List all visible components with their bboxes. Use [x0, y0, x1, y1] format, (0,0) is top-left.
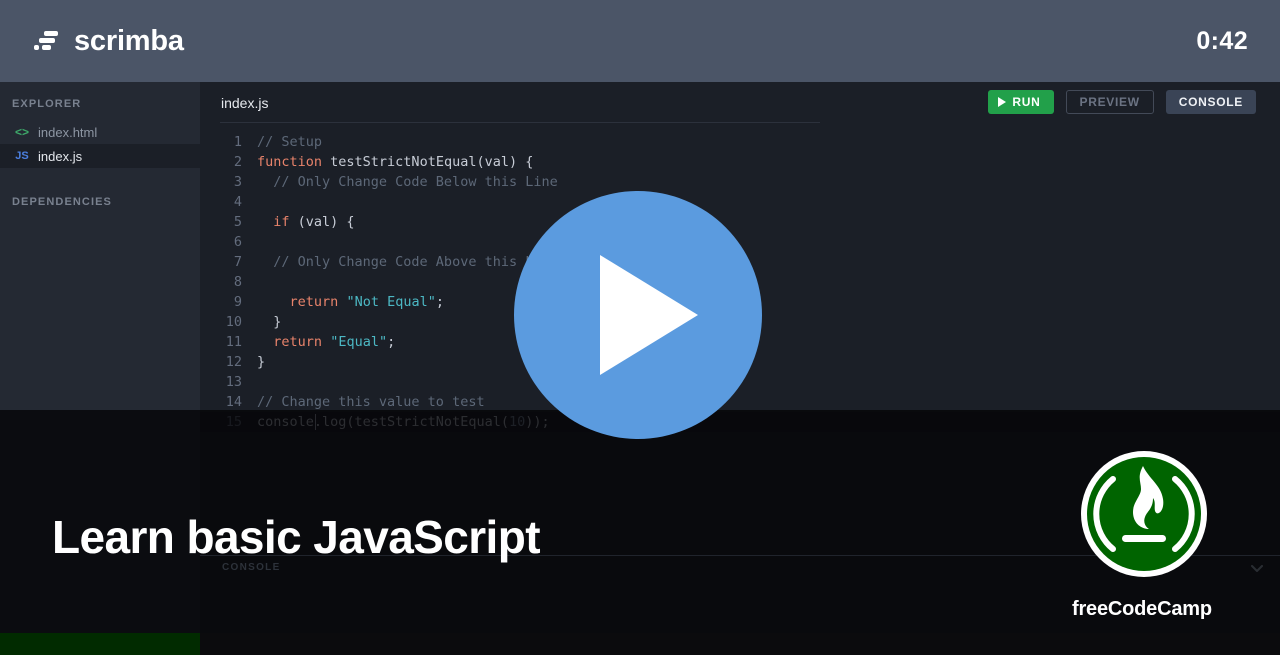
progress-bar-fill: [0, 633, 200, 655]
sidebar-item-label: index.js: [38, 148, 83, 164]
line-number: 6: [233, 234, 242, 250]
play-icon: [998, 97, 1007, 107]
sidebar-item-label: index.html: [38, 124, 98, 140]
preview-button[interactable]: PREVIEW: [1065, 90, 1154, 114]
run-button-label: RUN: [1012, 95, 1041, 109]
scrimba-player-screen: scrimba 0:42 EXPLORER <> index.html JS i…: [0, 0, 1280, 655]
tab-index-js[interactable]: index.js: [221, 95, 268, 111]
play-button-overlay[interactable]: [514, 191, 762, 439]
line-number: 1: [233, 134, 242, 150]
line-number: 10: [225, 314, 242, 330]
code-text: }: [257, 354, 266, 370]
code-text: // Only Change Code Above this Line: [257, 254, 558, 270]
code-text: if (val) {: [273, 214, 355, 230]
code-line: 14 // Change this value to test: [200, 392, 1280, 412]
lesson-title: Learn basic JavaScript: [52, 511, 541, 563]
editor-toolbar: RUN PREVIEW CONSOLE: [988, 90, 1256, 114]
line-number: 2: [233, 154, 242, 170]
js-file-icon: JS: [15, 150, 29, 162]
code-text: }: [257, 314, 282, 330]
line-number: 11: [225, 334, 242, 350]
line-number: 8: [233, 274, 242, 290]
code-text: // Only Change Code Below this Line: [257, 174, 558, 190]
freecodecamp-branding: freeCodeCamp: [1072, 449, 1212, 621]
line-number: 3: [233, 174, 242, 190]
play-icon: [600, 255, 698, 375]
dependencies-heading: DEPENDENCIES: [12, 196, 112, 208]
app-header: scrimba 0:42: [0, 0, 1280, 82]
code-line: 2 function testStrictNotEqual(val) {: [200, 152, 1280, 172]
line-number: 12: [225, 354, 242, 370]
freecodecamp-flame-logo-icon: [1079, 451, 1209, 583]
progress-bar-track[interactable]: [0, 633, 1280, 655]
freecodecamp-name: freeCodeCamp: [1072, 598, 1212, 620]
code-line-active[interactable]: 15 console.log(testStrictNotEqual(10));: [200, 412, 1280, 432]
brand[interactable]: scrimba: [34, 25, 184, 58]
chevron-down-icon[interactable]: [1248, 561, 1266, 582]
text-cursor: [315, 414, 316, 430]
sidebar-item-index-js[interactable]: JS index.js: [0, 144, 200, 168]
html-file-icon: <>: [14, 125, 29, 139]
sidebar-item-index-html[interactable]: <> index.html: [0, 120, 200, 144]
line-number: 14: [225, 394, 242, 410]
code-text: return "Not Equal";: [289, 294, 444, 310]
code-line: 5 if (val) {: [200, 212, 1280, 232]
line-number: 13: [225, 374, 242, 390]
code-line: 4: [200, 192, 1280, 212]
playback-timer: 0:42: [1196, 26, 1248, 55]
line-number: 15: [225, 414, 242, 430]
run-button[interactable]: RUN: [988, 90, 1054, 114]
code-text: // Change this value to test: [257, 394, 485, 410]
line-number: 5: [233, 214, 242, 230]
brand-name: scrimba: [74, 24, 184, 57]
code-text: function testStrictNotEqual(val) {: [257, 154, 534, 170]
explorer-heading: EXPLORER: [12, 98, 82, 110]
line-number: 4: [233, 194, 242, 210]
code-text: return "Equal";: [273, 334, 396, 350]
preview-button-label: PREVIEW: [1079, 95, 1140, 109]
line-number: 7: [233, 254, 242, 270]
console-button[interactable]: CONSOLE: [1165, 90, 1256, 114]
code-text: console.log(testStrictNotEqual(10));: [257, 414, 550, 430]
code-line: 1 // Setup: [200, 132, 1280, 152]
scrimba-logo-icon: [34, 30, 60, 52]
file-explorer-sidebar: EXPLORER <> index.html JS index.js DEPEN…: [0, 82, 200, 655]
code-line: 3 // Only Change Code Below this Line: [200, 172, 1280, 192]
line-number: 9: [233, 294, 242, 310]
console-button-label: CONSOLE: [1178, 95, 1243, 109]
code-text: // Setup: [257, 134, 323, 150]
